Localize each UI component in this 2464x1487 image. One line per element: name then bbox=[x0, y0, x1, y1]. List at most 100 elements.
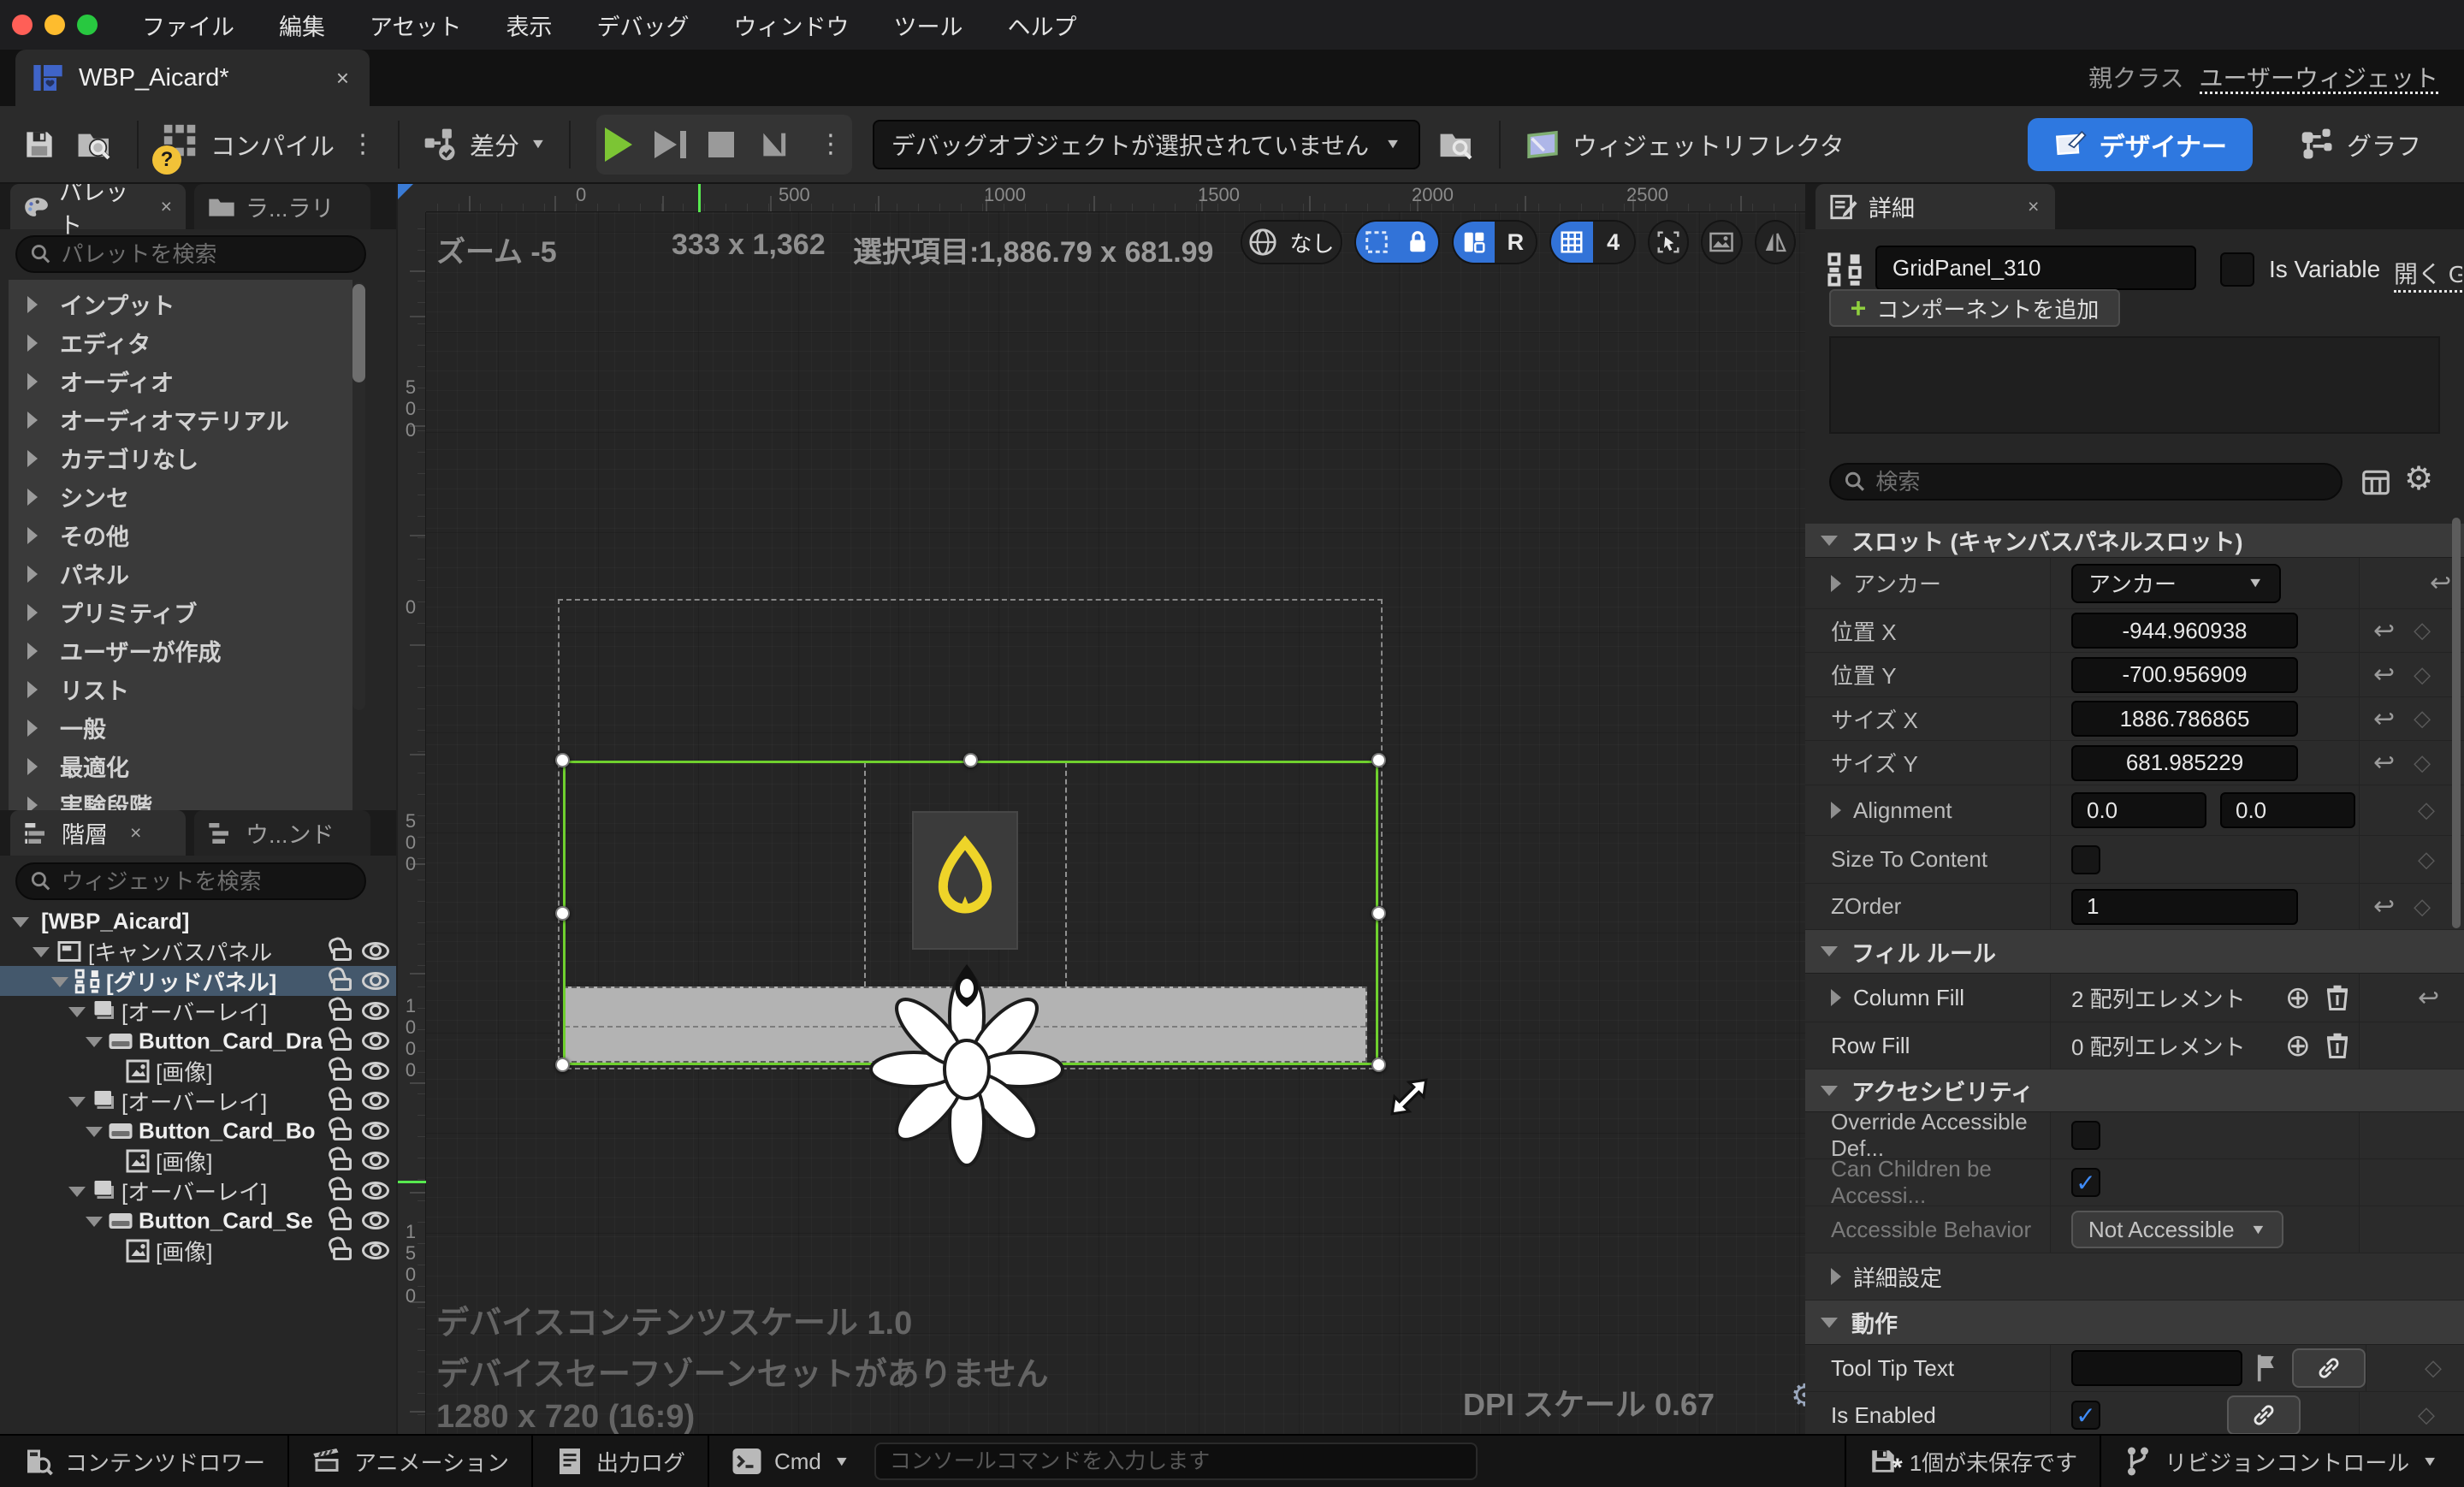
parent-class-link[interactable]: ユーザーウィジェット bbox=[2200, 65, 2438, 94]
tree-row-button-card-box[interactable]: Button_Card_Bo bbox=[0, 1116, 396, 1146]
palette-category-general[interactable]: 一般 bbox=[9, 708, 352, 747]
visibility-icon[interactable] bbox=[362, 1122, 389, 1140]
menu-help[interactable]: ヘルプ bbox=[1007, 9, 1076, 42]
reset-icon[interactable]: ↩ bbox=[2373, 748, 2395, 778]
tree-row-image[interactable]: [画像] bbox=[0, 1235, 396, 1265]
hierarchy-search[interactable] bbox=[15, 862, 366, 900]
visibility-icon[interactable] bbox=[362, 1241, 389, 1259]
tab-wbp-aicard[interactable]: WBP_Aicard* × bbox=[15, 50, 370, 106]
reset-icon[interactable]: ↩ bbox=[2373, 892, 2395, 921]
bind-diamond-icon[interactable]: ◇ bbox=[2414, 750, 2431, 776]
menu-file[interactable]: ファイル bbox=[142, 9, 234, 42]
output-log-button[interactable]: 出力ログ bbox=[545, 1446, 696, 1478]
preview-language[interactable]: なし bbox=[1283, 222, 1341, 263]
palette-category-other[interactable]: その他 bbox=[9, 516, 352, 554]
tree-row-overlay[interactable]: [オーバーレイ] bbox=[0, 1176, 396, 1206]
is-variable-checkbox[interactable] bbox=[2220, 252, 2254, 287]
designer-canvas[interactable]: 0 500 1000 1500 2000 2500 500 0 500 1000… bbox=[398, 184, 1805, 1434]
visibility-icon[interactable] bbox=[362, 1152, 389, 1170]
visibility-icon[interactable] bbox=[362, 1182, 389, 1200]
resize-handle-w[interactable] bbox=[555, 906, 570, 921]
alignment-x-field[interactable] bbox=[2071, 792, 2206, 828]
tree-row-root[interactable]: [WBP_Aicard] bbox=[0, 906, 396, 936]
lock-icon[interactable] bbox=[333, 1098, 352, 1111]
tab-library[interactable]: ラ...ラリ bbox=[194, 184, 370, 229]
menu-window[interactable]: ウィンドウ bbox=[733, 9, 849, 42]
reset-icon[interactable]: ↩ bbox=[2373, 660, 2395, 690]
cmd-dropdown[interactable]: Cmd ▼ bbox=[721, 1447, 861, 1476]
section-accessibility[interactable]: アクセシビリティ bbox=[1805, 1069, 2464, 1112]
palette-category-input[interactable]: インプット bbox=[9, 285, 352, 323]
tooltip-text-field[interactable] bbox=[2071, 1350, 2242, 1386]
lock-icon[interactable] bbox=[333, 1247, 352, 1260]
grid-snap-group[interactable]: 4 bbox=[1549, 220, 1635, 264]
override-accessible-checkbox[interactable] bbox=[2071, 1121, 2100, 1150]
outline-mode-group[interactable]: R bbox=[1452, 220, 1537, 264]
section-behavior[interactable]: 動作 bbox=[1805, 1300, 2464, 1345]
debug-browse-button[interactable] bbox=[1437, 126, 1477, 163]
section-slot[interactable]: スロット (キャンバスパネルスロット) bbox=[1805, 524, 2464, 558]
delete-elements-icon[interactable] bbox=[2325, 983, 2350, 1012]
menu-edit[interactable]: 編集 bbox=[279, 9, 325, 42]
add-component-button[interactable]: + コンポーネントを追加 bbox=[1829, 289, 2120, 327]
tree-row-overlay[interactable]: [オーバーレイ] bbox=[0, 1086, 396, 1116]
details-close-icon[interactable]: × bbox=[2028, 195, 2039, 218]
palette-close-icon[interactable]: × bbox=[161, 195, 172, 218]
window-minimize-button[interactable] bbox=[44, 15, 65, 35]
palette-category-user-created[interactable]: ユーザーが作成 bbox=[9, 631, 352, 670]
palette-category-audio-material[interactable]: オーディオマテリアル bbox=[9, 400, 352, 439]
resize-handle-ne[interactable] bbox=[1371, 753, 1386, 767]
bind-diamond-icon[interactable]: ◇ bbox=[2414, 618, 2431, 643]
lock-icon[interactable] bbox=[333, 1008, 352, 1021]
palette-category-experimental[interactable]: 実験段階 bbox=[9, 785, 352, 810]
localization-group[interactable]: なし bbox=[1241, 220, 1342, 264]
step-forward-icon[interactable] bbox=[654, 131, 686, 158]
delete-elements-icon[interactable] bbox=[2325, 1031, 2350, 1060]
tab-palette[interactable]: パレット × bbox=[10, 184, 186, 229]
lock-icon[interactable] bbox=[333, 1158, 352, 1170]
palette-scrollbar-thumb[interactable] bbox=[352, 284, 365, 382]
resize-handle-sw[interactable] bbox=[555, 1057, 570, 1072]
marquee-select-icon[interactable] bbox=[1356, 222, 1397, 263]
lock-icon[interactable] bbox=[333, 948, 352, 961]
grid-snap-icon[interactable] bbox=[1551, 222, 1592, 263]
play-options-icon[interactable]: ⋮ bbox=[818, 129, 844, 159]
globe-icon[interactable] bbox=[1242, 222, 1283, 263]
select-cursor-button[interactable] bbox=[1648, 220, 1689, 264]
palette-category-optimization[interactable]: 最適化 bbox=[9, 747, 352, 785]
widget-name-field[interactable] bbox=[1875, 246, 2196, 290]
tree-row-overlay[interactable]: [オーバーレイ] bbox=[0, 996, 396, 1026]
add-element-icon[interactable]: ⊕ bbox=[2285, 980, 2311, 1016]
menu-asset[interactable]: アセット bbox=[370, 9, 461, 42]
stop-icon[interactable] bbox=[708, 132, 734, 157]
compile-button[interactable]: ? コンパイル ⋮ bbox=[161, 121, 376, 168]
reset-icon[interactable]: ↩ bbox=[2373, 704, 2395, 734]
menu-tools[interactable]: ツール bbox=[893, 9, 962, 42]
designer-tab-button[interactable]: デザイナー bbox=[2028, 118, 2253, 171]
animation-button[interactable]: アニメーション bbox=[301, 1446, 519, 1478]
zorder-field[interactable] bbox=[2071, 889, 2298, 925]
bind-diamond-icon[interactable]: ◇ bbox=[2418, 797, 2435, 823]
open-grid-link[interactable]: 開く Gri bbox=[2394, 256, 2462, 293]
tooltip-bind-button[interactable] bbox=[2292, 1348, 2366, 1388]
size-x-field[interactable] bbox=[2071, 701, 2298, 737]
anchor-dropdown[interactable]: アンカー▼ bbox=[2071, 564, 2281, 603]
localization-flag-icon[interactable] bbox=[2256, 1354, 2278, 1383]
details-search-input[interactable] bbox=[1875, 469, 2327, 495]
bind-diamond-icon[interactable]: ◇ bbox=[2418, 847, 2435, 873]
visibility-icon[interactable] bbox=[362, 1062, 389, 1080]
visibility-icon[interactable] bbox=[362, 1032, 389, 1050]
reset-icon[interactable]: ↩ bbox=[2430, 568, 2451, 598]
widget-reflector-button[interactable]: ウィジェットリフレクタ bbox=[1523, 126, 1845, 163]
palette-category-panel[interactable]: パネル bbox=[9, 554, 352, 593]
can-children-checkbox[interactable]: ✓ bbox=[2071, 1168, 2100, 1197]
lock-icon[interactable] bbox=[333, 1068, 352, 1081]
menu-view[interactable]: 表示 bbox=[506, 9, 552, 42]
bind-diamond-icon[interactable]: ◇ bbox=[2425, 1355, 2442, 1381]
lock-icon[interactable] bbox=[1397, 222, 1438, 263]
bind-diamond-icon[interactable]: ◇ bbox=[2418, 1402, 2435, 1428]
tab-hierarchy[interactable]: 階層 × bbox=[10, 810, 186, 856]
anchor-gizmo[interactable] bbox=[856, 941, 1078, 1198]
reset-icon[interactable]: ↩ bbox=[2418, 983, 2439, 1013]
save-button[interactable] bbox=[21, 126, 58, 163]
